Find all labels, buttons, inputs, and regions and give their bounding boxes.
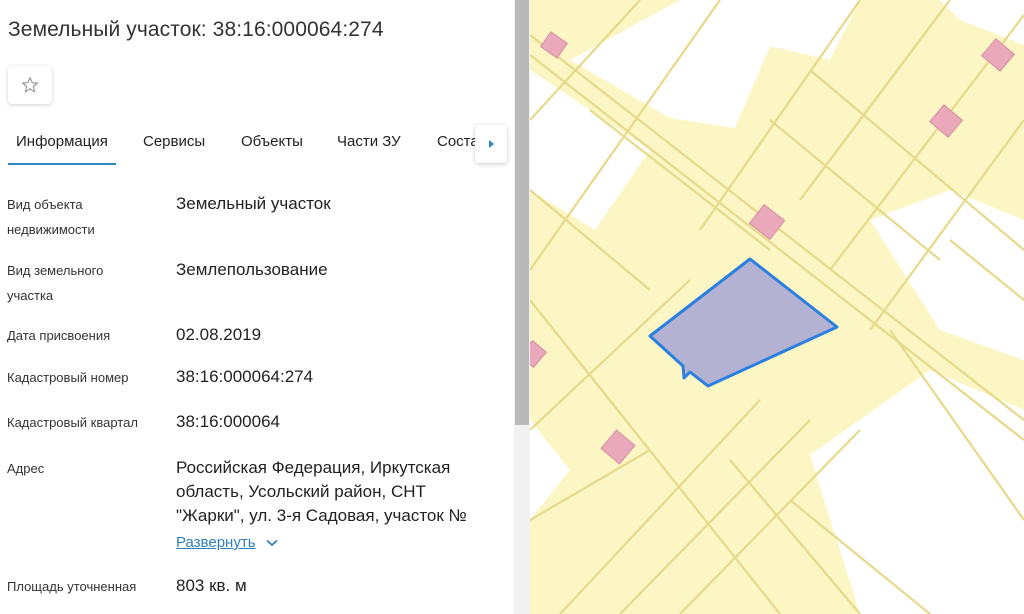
scrollbar-thumb[interactable] bbox=[515, 0, 529, 425]
page-title: Земельный участок: 38:16:000064:274 bbox=[8, 18, 384, 41]
object-type-label: Вид объекта недвижимости bbox=[7, 197, 95, 237]
land-type-label: Вид земельного участка bbox=[7, 263, 104, 303]
panel-scrollbar[interactable] bbox=[514, 0, 530, 614]
chevron-down-icon bbox=[265, 539, 278, 546]
tabs-next-button[interactable] bbox=[475, 125, 507, 163]
tab-parts[interactable]: Части ЗУ bbox=[337, 133, 401, 150]
cadastral-number-label: Кадастровый номер bbox=[7, 370, 129, 385]
selected-parcel[interactable] bbox=[648, 257, 839, 388]
tab-information[interactable]: Информация bbox=[8, 133, 116, 165]
cadastral-quarter-value: 38:16:000064 bbox=[176, 412, 280, 431]
tab-services[interactable]: Сервисы bbox=[143, 133, 205, 150]
date-assigned-label: Дата присвоения bbox=[7, 328, 111, 343]
address-label: Адрес bbox=[7, 461, 45, 476]
tab-bar: Информация Сервисы Объекты Части ЗУ Сост… bbox=[0, 120, 514, 166]
map-canvas[interactable] bbox=[530, 0, 1024, 614]
expand-address-link[interactable]: Развернуть bbox=[176, 534, 278, 551]
land-type-value: Землепользование bbox=[176, 260, 328, 279]
area-value: 803 кв. м bbox=[176, 576, 247, 595]
star-icon bbox=[21, 76, 39, 93]
date-assigned-value: 02.08.2019 bbox=[176, 325, 262, 344]
favorite-button[interactable] bbox=[8, 66, 52, 104]
tab-objects[interactable]: Объекты bbox=[241, 133, 303, 150]
address-value: Российская Федерация, Иркутская область,… bbox=[176, 458, 467, 525]
area-label: Площадь уточненная bbox=[7, 579, 137, 594]
caret-right-icon bbox=[489, 140, 494, 148]
object-type-value: Земельный участок bbox=[176, 194, 331, 213]
cadastral-quarter-label: Кадастровый квартал bbox=[7, 415, 138, 430]
cadastral-map[interactable] bbox=[530, 0, 1024, 614]
info-panel: Земельный участок: 38:16:000064:274 Инфо… bbox=[0, 0, 514, 614]
cadastral-number-value: 38:16:000064:274 bbox=[176, 367, 314, 386]
app-window: Земельный участок: 38:16:000064:274 Инфо… bbox=[0, 0, 1024, 614]
